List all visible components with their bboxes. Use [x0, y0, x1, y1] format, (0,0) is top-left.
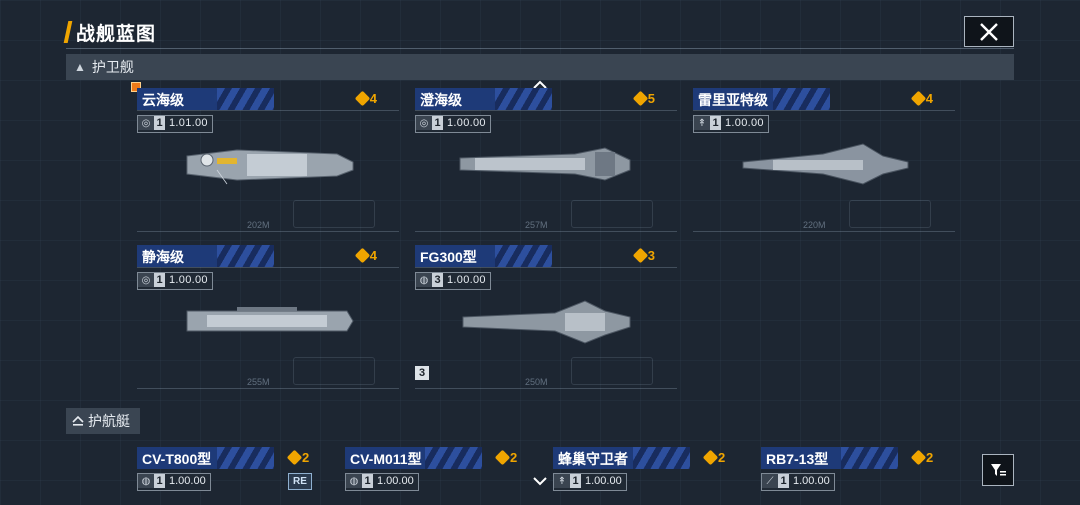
- cost-badge: 2: [702, 449, 725, 466]
- tier-number: 1: [154, 116, 165, 130]
- ship-name: RB7-13型: [766, 451, 829, 467]
- ship-stats: ↟ 1 1.00.00: [693, 115, 769, 133]
- ship-stats: ◍ 3 1.00.00: [415, 272, 491, 290]
- filter-button[interactable]: [982, 454, 1014, 486]
- page-title: 战舰蓝图: [76, 23, 157, 45]
- ship-stats: ◍ 1 1.00.00: [345, 473, 419, 491]
- ship-length: 202M: [247, 220, 270, 230]
- ship-stats: ◎ 1 1.00.00: [415, 115, 491, 133]
- cost-badge: 4: [354, 247, 377, 264]
- ship-stats: ◎ 1 1.01.00: [137, 115, 213, 133]
- cost-badge: 3: [632, 247, 655, 264]
- globe-icon: ◍: [416, 273, 432, 287]
- ship-stats: ◍ 1 1.00.00: [137, 473, 211, 491]
- ship-name: CV-M011型: [350, 451, 422, 467]
- ratio-value: 1.00.00: [447, 117, 486, 129]
- cost-badge: 2: [910, 449, 933, 466]
- ratio-value: 1.00.00: [377, 475, 414, 487]
- collapse-icon: [72, 416, 84, 426]
- cost-badge: 4: [910, 90, 933, 107]
- missile-icon: ↟: [554, 474, 570, 488]
- cost-icon: [632, 247, 649, 264]
- section-header-escort[interactable]: 护航艇: [66, 408, 140, 434]
- escort-card[interactable]: CV-M011型 2 ◍ 1 1.00.00: [345, 447, 535, 505]
- ship-length: 255M: [247, 377, 270, 387]
- cost-icon: [354, 247, 371, 264]
- wing-icon: ⟋: [762, 474, 778, 488]
- tier-number: 1: [778, 474, 789, 488]
- count-badge: 3: [415, 366, 429, 380]
- ratio-value: 1.00.00: [169, 274, 208, 286]
- ship-name: 雷里亚特级: [698, 92, 768, 108]
- chevron-down-icon[interactable]: [532, 476, 548, 486]
- ship-stats: ◎ 1 1.00.00: [137, 272, 213, 290]
- cost-icon: [286, 449, 303, 466]
- ring-icon: ◎: [138, 116, 154, 130]
- ship-length: 250M: [525, 377, 548, 387]
- re-badge: RE: [288, 473, 312, 490]
- ship-name: 蜂巢守卫者: [558, 451, 628, 467]
- ring-icon: ◎: [138, 273, 154, 287]
- page-header: 战舰蓝图: [63, 18, 157, 46]
- close-icon: [980, 22, 998, 41]
- cost-icon: [702, 449, 719, 466]
- tier-number: 1: [710, 116, 721, 130]
- ship-length: 257M: [525, 220, 548, 230]
- ship-image: [462, 300, 631, 344]
- cost-badge: 2: [494, 449, 517, 466]
- cost-icon: [494, 449, 511, 466]
- tier-number: 1: [570, 474, 581, 488]
- ship-card[interactable]: FG300型 3 ◍ 3 1.00.00 250M: [415, 245, 683, 395]
- ratio-value: 1.00.00: [725, 117, 764, 129]
- title-accent: [63, 21, 73, 43]
- cost-badge: 2: [286, 449, 309, 466]
- cost-badge: 4: [354, 90, 377, 107]
- section-header-frigate[interactable]: ▲ 护卫舰: [66, 54, 1014, 80]
- close-button[interactable]: [964, 16, 1014, 47]
- ring-icon: ◎: [416, 116, 432, 130]
- ratio-value: 1.01.00: [169, 117, 208, 129]
- ship-name: 云海级: [142, 92, 184, 108]
- cost-icon: [632, 90, 649, 107]
- collapse-triangle-icon: ▲: [74, 60, 86, 74]
- ship-name: CV-T800型: [142, 451, 212, 467]
- cost-badge: 5: [632, 90, 655, 107]
- ship-name: 澄海级: [420, 92, 462, 108]
- tier-number: 1: [432, 116, 443, 130]
- ship-image: [742, 143, 909, 185]
- ship-card[interactable]: 雷里亚特级 4 ↟ 1 1.00.00 220M: [693, 88, 961, 238]
- ratio-value: 1.00.00: [793, 475, 830, 487]
- ship-name: FG300型: [420, 249, 477, 265]
- ship-card[interactable]: 云海级 4 ◎ 1 1.01.00 202M: [131, 82, 405, 238]
- escort-card[interactable]: RB7-13型 2 ⟋ 1 1.00.00: [761, 447, 951, 505]
- cost-icon: [354, 90, 371, 107]
- globe-icon: ◍: [138, 474, 154, 488]
- missile-icon: ↟: [694, 116, 710, 130]
- escort-card[interactable]: 蜂巢守卫者 2 ↟ 1 1.00.00: [553, 447, 743, 505]
- ship-name: 静海级: [142, 249, 184, 265]
- header-divider: [66, 48, 1014, 49]
- ship-card[interactable]: 静海级 4 ◎ 1 1.00.00 255M: [137, 245, 405, 395]
- ratio-value: 1.00.00: [585, 475, 622, 487]
- cost-icon: [910, 449, 927, 466]
- ship-image: [186, 149, 354, 185]
- section-label: 护航艇: [88, 413, 130, 429]
- tier-number: 1: [154, 273, 165, 287]
- filter-icon: [991, 464, 1006, 476]
- tier-number: 1: [362, 474, 373, 488]
- ship-stats: ↟ 1 1.00.00: [553, 473, 627, 491]
- tier-number: 3: [432, 273, 443, 287]
- ship-card[interactable]: 澄海级 5 ◎ 1 1.00.00 257M: [415, 88, 683, 238]
- ship-image: [459, 147, 631, 181]
- tier-number: 1: [154, 474, 165, 488]
- section-label: 护卫舰: [91, 59, 134, 75]
- ship-length: 220M: [803, 220, 826, 230]
- globe-icon: ◍: [346, 474, 362, 488]
- ship-image: [186, 307, 354, 332]
- ratio-value: 1.00.00: [447, 274, 486, 286]
- cost-icon: [910, 90, 927, 107]
- ratio-value: 1.00.00: [169, 475, 206, 487]
- ship-stats: ⟋ 1 1.00.00: [761, 473, 835, 491]
